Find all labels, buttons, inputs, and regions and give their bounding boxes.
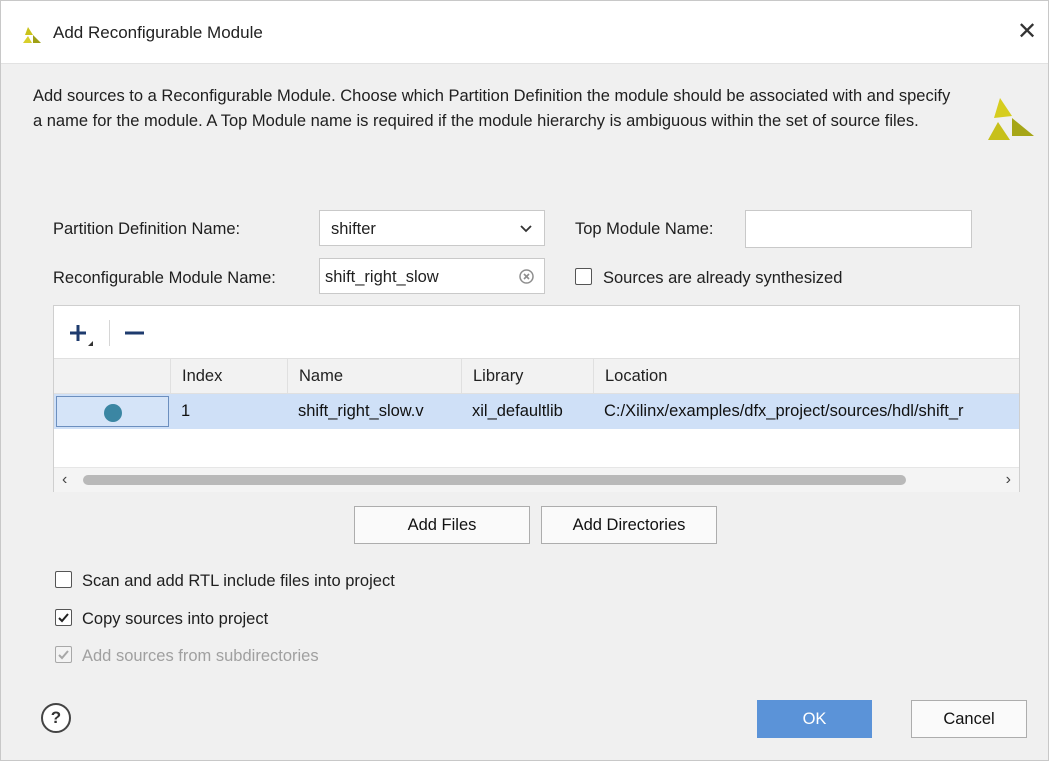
cell-name: shift_right_slow.v <box>298 402 424 420</box>
scroll-right-icon[interactable]: › <box>1006 471 1011 489</box>
title-bar: Add Reconfigurable Module ✕ <box>1 1 1048 64</box>
add-reconfigurable-module-dialog: Add Reconfigurable Module ✕ Add sources … <box>0 0 1049 761</box>
sources-synthesized-label: Sources are already synthesized <box>603 269 843 287</box>
row-marker-cell <box>56 396 169 427</box>
cell-index: 1 <box>181 402 191 420</box>
cancel-button[interactable]: Cancel <box>911 700 1027 738</box>
scroll-left-icon[interactable]: ‹ <box>62 471 67 489</box>
checkmark-icon <box>58 613 69 623</box>
chevron-down-icon <box>520 225 532 233</box>
scrollbar-thumb[interactable] <box>83 475 906 485</box>
plus-icon[interactable] <box>68 322 94 348</box>
partition-definition-label: Partition Definition Name: <box>53 220 241 238</box>
toolbar-separator <box>109 320 110 346</box>
partition-definition-value: shifter <box>331 220 376 238</box>
dialog-title: Add Reconfigurable Module <box>53 23 263 42</box>
column-header-marker <box>54 359 170 393</box>
copy-sources-label: Copy sources into project <box>82 610 269 628</box>
reconfigurable-module-value: shift_right_slow <box>325 268 439 286</box>
top-module-label: Top Module Name: <box>575 220 714 238</box>
add-subdirectories-label: Add sources from subdirectories <box>82 647 319 665</box>
sources-synthesized-checkbox[interactable] <box>575 268 592 285</box>
vivado-logo-icon <box>988 98 1034 140</box>
add-subdirectories-checkbox <box>55 646 72 663</box>
column-header-index[interactable]: Index <box>170 359 287 393</box>
table-row[interactable]: 1 shift_right_slow.v xil_defaultlib C:/X… <box>54 394 1019 429</box>
checkmark-icon <box>58 650 69 660</box>
column-header-library[interactable]: Library <box>461 359 593 393</box>
status-dot-icon <box>104 404 122 422</box>
sources-table-panel: Index Name Library Location 1 shift_righ… <box>53 305 1020 492</box>
help-icon[interactable]: ? <box>41 703 71 733</box>
table-header: Index Name Library Location <box>54 358 1019 394</box>
cell-library: xil_defaultlib <box>472 402 563 420</box>
dialog-description: Add sources to a Reconfigurable Module. … <box>33 87 951 130</box>
ok-button[interactable]: OK <box>757 700 872 738</box>
cell-location: C:/Xilinx/examples/dfx_project/sources/h… <box>604 402 964 420</box>
clear-icon[interactable] <box>519 269 534 284</box>
close-icon[interactable]: ✕ <box>1010 15 1044 49</box>
copy-sources-checkbox[interactable] <box>55 609 72 626</box>
scan-rtl-label: Scan and add RTL include files into proj… <box>82 572 395 590</box>
horizontal-scrollbar[interactable]: ‹ › <box>54 467 1019 492</box>
vivado-logo-icon <box>23 27 41 43</box>
add-directories-button[interactable]: Add Directories <box>541 506 717 544</box>
column-header-name[interactable]: Name <box>287 359 461 393</box>
scan-rtl-checkbox[interactable] <box>55 571 72 588</box>
partition-definition-select[interactable]: shifter <box>319 210 545 246</box>
add-files-button[interactable]: Add Files <box>354 506 530 544</box>
reconfigurable-module-label: Reconfigurable Module Name: <box>53 269 276 287</box>
minus-icon[interactable] <box>124 322 146 344</box>
column-header-location[interactable]: Location <box>593 359 1019 393</box>
reconfigurable-module-input[interactable]: shift_right_slow <box>319 258 545 294</box>
top-module-input[interactable] <box>745 210 972 248</box>
